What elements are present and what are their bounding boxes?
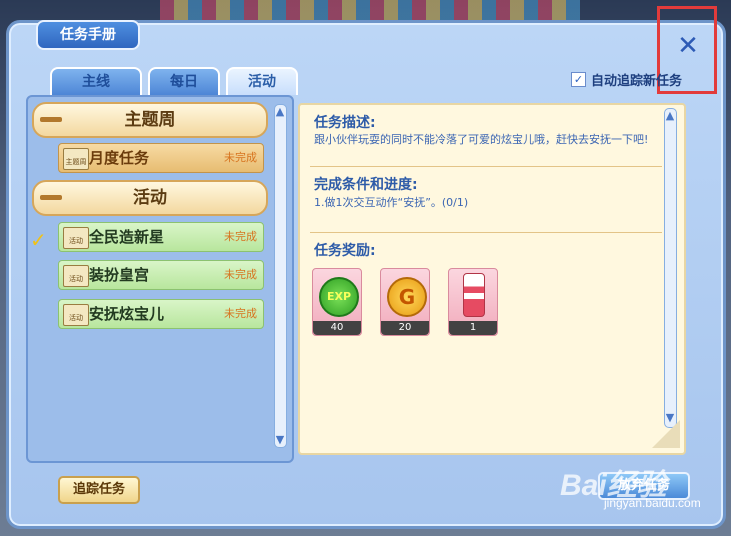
detail-scrollbar[interactable] bbox=[664, 108, 677, 428]
page-curl-decoration bbox=[652, 420, 680, 448]
reward-title: 任务奖励: bbox=[314, 243, 376, 259]
progress-text: 1.做1次交互动作“安抚”。(0/1) bbox=[314, 196, 469, 209]
category-label: 主题周 bbox=[124, 110, 176, 130]
collapse-icon bbox=[40, 117, 62, 122]
event-scroll-icon: 活动 bbox=[63, 304, 89, 326]
category-label: 活动 bbox=[133, 188, 167, 208]
quest-item-comfort[interactable]: 活动 安抚炫宝儿 未完成 bbox=[58, 299, 264, 329]
quest-status: 未完成 bbox=[224, 151, 257, 164]
tab-main[interactable]: 主线 bbox=[50, 67, 142, 95]
quest-status: 未完成 bbox=[224, 307, 257, 320]
tracked-check-icon: ✓ bbox=[30, 228, 47, 252]
track-quest-button[interactable]: 追踪任务 bbox=[58, 476, 140, 504]
reward-count: 20 bbox=[381, 321, 429, 335]
exp-badge-icon: EXP bbox=[319, 277, 359, 317]
quest-name: 装扮皇宫 bbox=[89, 266, 150, 284]
divider bbox=[310, 232, 662, 233]
quest-name: 月度任务 bbox=[89, 149, 150, 167]
reward-item[interactable]: 1 bbox=[448, 268, 498, 336]
event-scroll-icon: 活动 bbox=[63, 265, 89, 287]
background-banner bbox=[160, 0, 580, 22]
tab-events[interactable]: 活动 bbox=[226, 67, 298, 95]
tab-daily[interactable]: 每日 bbox=[148, 67, 220, 95]
quest-status: 未完成 bbox=[224, 268, 257, 281]
gold-coin-icon: G bbox=[387, 277, 427, 317]
scroll-down-icon[interactable]: ▼ bbox=[274, 434, 286, 446]
quest-item-monthly[interactable]: 主题周 月度任务 未完成 bbox=[58, 143, 264, 173]
progress-title: 完成条件和进度: bbox=[314, 177, 418, 193]
quest-name: 安抚炫宝儿 bbox=[89, 305, 165, 323]
quest-list-scrollbar[interactable] bbox=[274, 104, 287, 448]
category-theme-week[interactable]: 主题周 bbox=[32, 102, 268, 138]
quest-item-star[interactable]: 活动 全民造新星 未完成 bbox=[58, 222, 264, 252]
reward-count: 40 bbox=[313, 321, 361, 335]
reward-count: 1 bbox=[449, 321, 497, 335]
quest-tabs: 主线 每日 活动 bbox=[50, 67, 298, 95]
candle-icon bbox=[463, 273, 485, 317]
theme-week-icon: 主题周 bbox=[63, 148, 89, 170]
category-events[interactable]: 活动 bbox=[32, 180, 268, 216]
quest-status: 未完成 bbox=[224, 230, 257, 243]
collapse-icon bbox=[40, 195, 62, 200]
scroll-up-icon[interactable]: ▲ bbox=[664, 110, 676, 122]
description-text: 跟小伙伴玩耍的同时不能冷落了可爱的炫宝儿哦，赶快去安抚一下吧! bbox=[314, 133, 649, 146]
watermark-url: jingyan.baidu.com bbox=[604, 496, 701, 510]
auto-track-label: 自动追踪新任务 bbox=[591, 74, 683, 89]
description-title: 任务描述: bbox=[314, 115, 376, 131]
auto-track-option[interactable]: ✓ 自动追踪新任务 bbox=[571, 70, 682, 89]
divider bbox=[310, 166, 662, 167]
quest-name: 全民造新星 bbox=[89, 228, 165, 246]
quest-item-palace[interactable]: 活动 装扮皇宫 未完成 bbox=[58, 260, 264, 290]
window-title: 任务手册 bbox=[36, 20, 140, 50]
event-scroll-icon: 活动 bbox=[63, 227, 89, 249]
auto-track-checkbox[interactable]: ✓ bbox=[571, 72, 586, 87]
scroll-up-icon[interactable]: ▲ bbox=[274, 106, 286, 118]
reward-gold[interactable]: G 20 bbox=[380, 268, 430, 336]
reward-exp[interactable]: EXP 40 bbox=[312, 268, 362, 336]
